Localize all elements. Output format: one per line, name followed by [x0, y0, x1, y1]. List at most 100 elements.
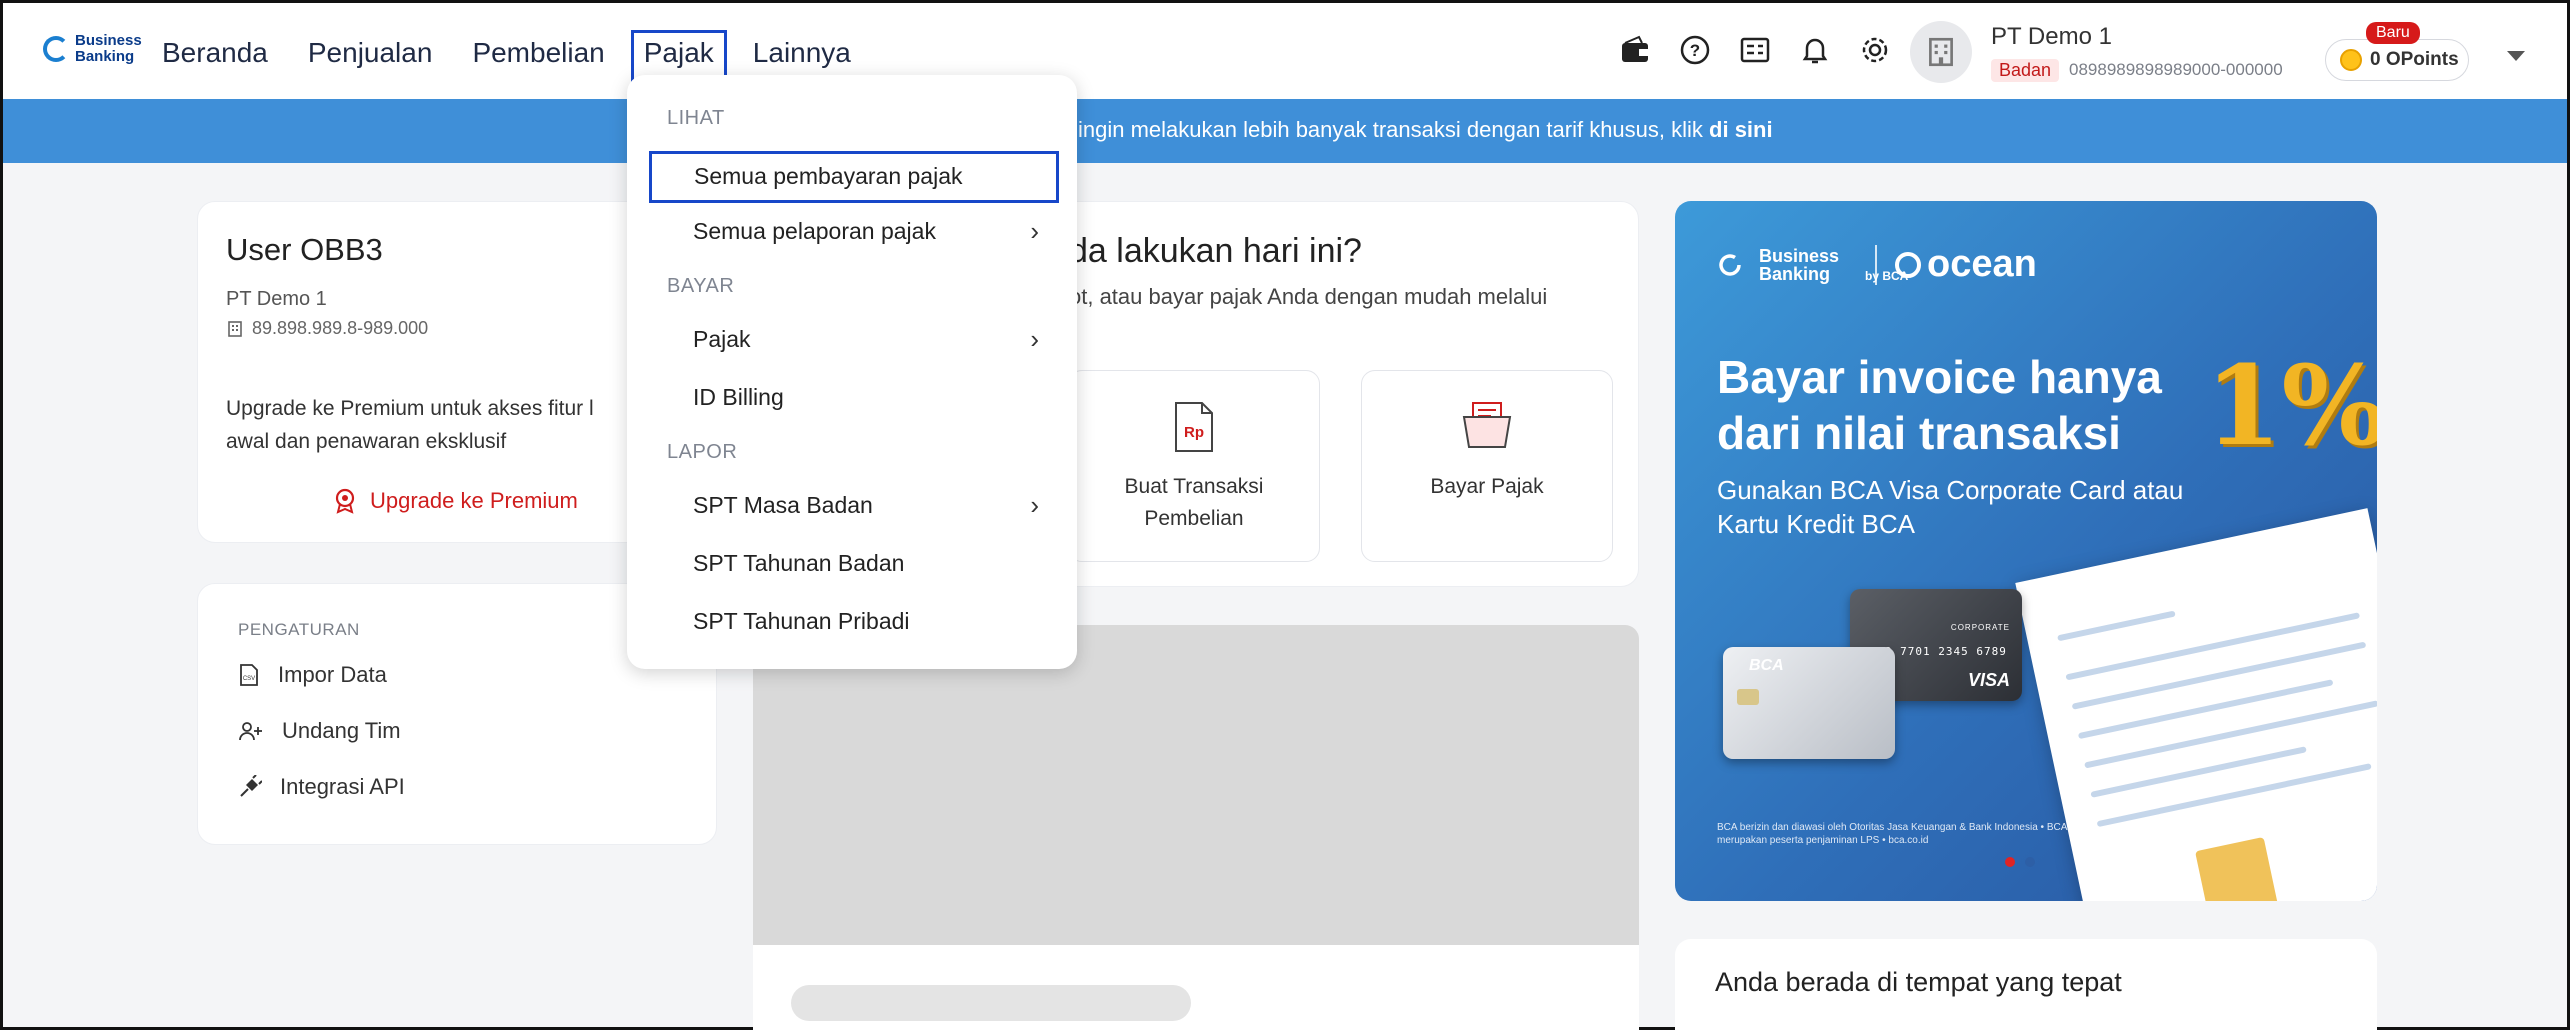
- svg-text:Rp: Rp: [1184, 424, 1204, 441]
- menu-item-label: SPT Tahunan Badan: [693, 550, 905, 576]
- report-icon[interactable]: [1738, 33, 1772, 67]
- top-navbar: Business Banking Beranda Penjualan Pembe…: [3, 3, 2567, 99]
- user-company: PT Demo 1: [226, 288, 327, 310]
- menu-item-label: Semua pembayaran pajak: [694, 163, 963, 189]
- tile-label: Bayar Pajak: [1430, 475, 1544, 498]
- quick-actions-title: da lakukan hari ini?: [1069, 232, 1362, 270]
- chevron-right-icon: ›: [1030, 324, 1039, 354]
- carousel-dots: [2005, 857, 2035, 867]
- logo-text: Business Banking: [75, 32, 142, 65]
- settings-item-impor-data[interactable]: CSV Impor Data: [238, 662, 387, 688]
- media-placeholder: [753, 625, 1639, 945]
- card-chip-icon: [1737, 689, 1759, 705]
- nav-beranda[interactable]: Beranda: [158, 33, 282, 77]
- menu-item-semua-pelaporan-pajak[interactable]: Semua pelaporan pajak ›: [693, 211, 1043, 251]
- header-icons: ?: [1618, 33, 1892, 67]
- pajak-dropdown-menu: LIHAT Semua pembayaran pajak Semua pelap…: [627, 75, 1077, 669]
- logo-mark-icon: [43, 36, 69, 62]
- plug-icon: [240, 775, 262, 797]
- nav-pembelian[interactable]: Pembelian: [458, 33, 618, 77]
- promo-title-line-2: dari nilai transaksi: [1717, 407, 2121, 459]
- upgrade-line-1: Upgrade ke Premium untuk akses fitur l: [226, 397, 594, 420]
- stamp-icon: [2195, 836, 2279, 901]
- promo-footnote: BCA berizin dan diawasi oleh Otoritas Ja…: [1717, 822, 2067, 846]
- svg-text:CSV: CSV: [243, 676, 255, 682]
- carousel-dot-1[interactable]: [2005, 857, 2015, 867]
- settings-item-undang-tim[interactable]: Undang Tim: [238, 718, 401, 744]
- welcome-card: Anda berada di tempat yang tepat: [1675, 939, 2377, 1030]
- promo-subtitle: Gunakan BCA Visa Corporate Card atau Kar…: [1717, 475, 2184, 539]
- menu-item-id-billing[interactable]: ID Billing: [693, 377, 1043, 417]
- loading-skeleton: [791, 985, 1191, 1021]
- building-icon: [1929, 37, 1953, 67]
- npwp-value: 89.898.989.8-989.000: [252, 318, 429, 338]
- promo-title-line-1: Bayar invoice hanya: [1717, 351, 2162, 403]
- user-npwp: 89.898.989.8-989.000: [226, 318, 428, 339]
- bell-icon[interactable]: [1798, 33, 1832, 67]
- chevron-right-icon: ›: [1030, 216, 1039, 246]
- card-visa-logo: VISA: [1967, 670, 2010, 690]
- ocean-logo: ocean: [1893, 243, 2037, 286]
- company-name[interactable]: PT Demo 1: [1991, 23, 2112, 51]
- coin-icon: [2340, 49, 2362, 71]
- help-icon[interactable]: ?: [1678, 33, 1712, 67]
- menu-item-label: Semua pelaporan pajak: [693, 218, 936, 244]
- account-dropdown-caret-icon[interactable]: [2507, 51, 2525, 61]
- dropdown-section-lihat: LIHAT: [667, 107, 725, 129]
- menu-item-label: SPT Masa Badan: [693, 492, 873, 518]
- upgrade-line-2: awal dan penawaran eksklusif: [226, 430, 507, 453]
- promo-carousel[interactable]: Business Banking ocean by BCA Bayar invo…: [1675, 201, 2377, 901]
- points-label: 0 OPoints: [2370, 49, 2459, 70]
- settings-item-label: Integrasi API: [280, 774, 405, 799]
- building-icon: [228, 320, 242, 337]
- card-tier: CORPORATE: [1950, 623, 2010, 632]
- promo-bb-text: Business Banking: [1759, 245, 1840, 284]
- company-avatar[interactable]: [1910, 21, 1972, 83]
- menu-item-label: ID Billing: [693, 384, 784, 410]
- new-badge: Baru: [2366, 22, 2420, 44]
- nav-penjualan[interactable]: Penjualan: [294, 33, 447, 77]
- rp-document-icon: Rp: [1175, 402, 1213, 452]
- menu-item-pajak[interactable]: Pajak ›: [693, 319, 1043, 359]
- menu-item-spt-tahunan-badan[interactable]: SPT Tahunan Badan: [693, 543, 1043, 583]
- banner-text: ingin melakukan lebih banyak transaksi d…: [1078, 117, 1773, 143]
- tax-folder-icon: [1462, 402, 1512, 448]
- file-import-icon: CSV: [240, 664, 258, 686]
- premium-badge-icon: [335, 488, 355, 514]
- upgrade-premium-link[interactable]: Upgrade ke Premium: [334, 488, 578, 514]
- settings-item-label: Undang Tim: [282, 718, 401, 743]
- points-button[interactable]: 0 OPoints: [2325, 39, 2469, 81]
- user-name: User OBB3: [226, 232, 383, 267]
- nav-lainnya[interactable]: Lainnya: [739, 33, 865, 77]
- settings-item-integrasi-api[interactable]: Integrasi API: [238, 774, 405, 800]
- silver-credit-card: BCA: [1723, 647, 1895, 759]
- ocean-by-bca: by BCA: [1865, 269, 1909, 283]
- gear-icon[interactable]: [1858, 33, 1892, 67]
- tile-label-line-2: Pembelian: [1144, 507, 1244, 530]
- menu-item-label: SPT Tahunan Pribadi: [693, 608, 910, 634]
- wallet-icon[interactable]: [1618, 33, 1652, 67]
- dropdown-section-bayar: BAYAR: [667, 275, 735, 297]
- business-banking-logo-icon: [1719, 253, 1741, 276]
- promo-percent: 1%: [2205, 341, 2377, 470]
- settings-title: PENGATURAN: [238, 620, 360, 639]
- carousel-dot-2[interactable]: [2025, 857, 2035, 867]
- tile-buat-transaksi-pembelian[interactable]: Rp Buat Transaksi Pembelian: [1068, 370, 1320, 562]
- upgrade-premium-label: Upgrade ke Premium: [370, 488, 578, 513]
- banner-message: ingin melakukan lebih banyak transaksi d…: [1078, 117, 1710, 142]
- menu-item-spt-tahunan-pribadi[interactable]: SPT Tahunan Pribadi: [693, 601, 1043, 641]
- menu-item-semua-pembayaran-pajak[interactable]: Semua pembayaran pajak: [649, 151, 1059, 203]
- lower-content: [753, 945, 1639, 1030]
- promo-title: Bayar invoice hanya dari nilai transaksi: [1717, 349, 2217, 461]
- menu-item-spt-masa-badan[interactable]: SPT Masa Badan ›: [693, 485, 1043, 525]
- dropdown-section-lapor: LAPOR: [667, 441, 738, 463]
- tile-bayar-pajak[interactable]: Bayar Pajak: [1361, 370, 1613, 562]
- banner-link[interactable]: di sini: [1709, 117, 1773, 142]
- company-id: 0898989898989000-000000: [2069, 60, 2283, 79]
- quick-actions-subtitle: ot, atau bayar pajak Anda dengan mudah m…: [1069, 284, 1548, 309]
- company-type-badge: Badan: [1991, 59, 2060, 82]
- promo-banner: ingin melakukan lebih banyak transaksi d…: [3, 99, 2567, 163]
- chevron-right-icon: ›: [1030, 490, 1039, 520]
- business-banking-logo[interactable]: Business Banking: [43, 33, 167, 65]
- tile-label-line-1: Buat Transaksi: [1124, 475, 1264, 498]
